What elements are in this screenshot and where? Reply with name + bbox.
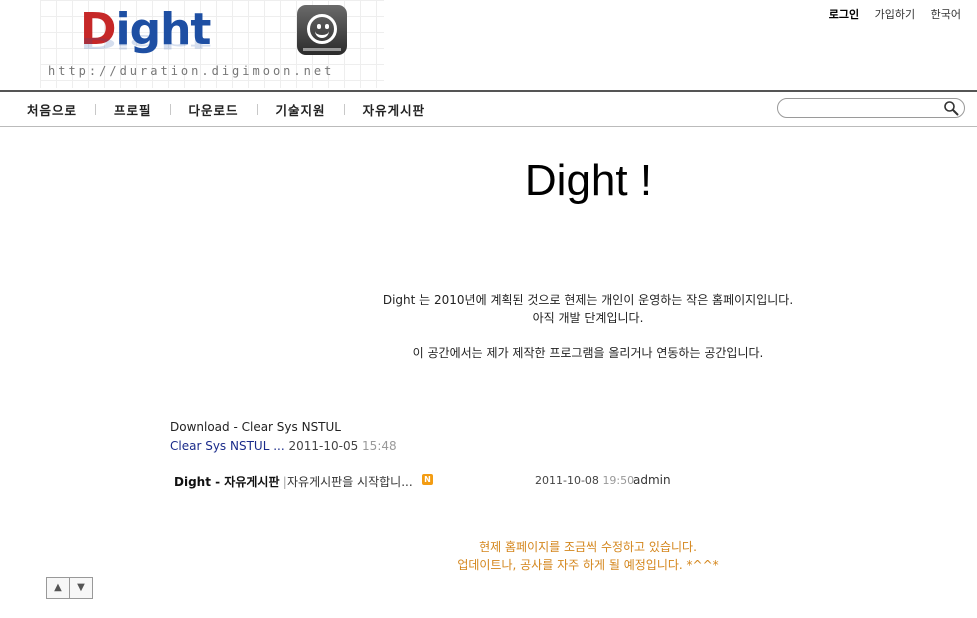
scroll-down-button[interactable]: ▼ <box>70 577 93 599</box>
download-title: Download - Clear Sys NSTUL <box>170 420 341 434</box>
login-link[interactable]: 로그인 <box>829 8 859 21</box>
intro-line: 이 공간에서는 제가 제작한 프로그램을 올리거나 연동하는 공간입니다. <box>412 346 764 360</box>
page-title: Dight ! <box>524 156 653 205</box>
notice-line: 업데이트나, 공사를 자주 하게 될 예정입니다. *^^* <box>457 558 719 572</box>
new-badge: N <box>422 474 433 485</box>
board-date-value: 2011-10-08 <box>535 474 599 487</box>
download-item: Clear Sys NSTUL ... 2011-10-05 15:48 <box>170 437 397 456</box>
smiley-base <box>303 48 341 51</box>
search-box <box>777 98 965 118</box>
logo-reflection-rest: ight <box>115 34 211 52</box>
board-time-value: 19:50 <box>602 474 635 487</box>
search-icon[interactable] <box>943 100 959 116</box>
intro-text: Dight 는 2010년에 계획된 것으로 현제는 개인이 운영하는 작은 홈… <box>288 291 888 362</box>
page: Dight Dight http://duration.digimoon.net… <box>0 0 977 618</box>
nav-item-support[interactable]: 기술지원 <box>276 100 326 119</box>
nav-divider <box>95 103 97 115</box>
nav-item-board[interactable]: 자유게시판 <box>363 100 426 119</box>
notice-line: 현제 홈페이지를 조금씩 수정하고 있습니다. <box>479 540 697 554</box>
nav-divider <box>169 103 171 115</box>
site-logo[interactable]: Dight Dight http://duration.digimoon.net <box>40 0 384 88</box>
scroll-up-button[interactable]: ▲ <box>46 577 70 599</box>
logo-reflection: Dight <box>80 34 210 52</box>
signup-link[interactable]: 가입하기 <box>875 8 915 21</box>
board-title-text: Dight - 자유게시판 <box>174 475 280 489</box>
download-date: 2011-10-05 <box>288 439 359 453</box>
header: Dight Dight http://duration.digimoon.net… <box>0 0 977 92</box>
board-title[interactable]: Dight - 자유게시판 | <box>174 473 290 490</box>
nav-items: 처음으로 프로필 다운로드 기술지원 자유게시판 <box>27 92 425 126</box>
download-section: Download - Clear Sys NSTUL Clear Sys NST… <box>170 418 397 456</box>
intro-gap <box>288 327 888 344</box>
nav-item-home[interactable]: 처음으로 <box>27 100 77 119</box>
board-post-author: admin <box>633 473 671 487</box>
intro-line: 아직 개발 단계입니다. <box>532 311 644 325</box>
nav-item-download[interactable]: 다운로드 <box>189 100 239 119</box>
smiley-face <box>307 14 337 44</box>
smiley-mouth <box>315 27 329 38</box>
download-time: 15:48 <box>362 439 397 453</box>
top-links: 로그인 가입하기 한국어 <box>817 6 961 22</box>
search-input[interactable] <box>786 101 940 117</box>
scroll-buttons: ▲ ▼ <box>46 577 93 599</box>
board-post-link[interactable]: 자유게시판을 시작합니... <box>287 473 413 490</box>
nav-divider <box>256 103 258 115</box>
nav-item-profile[interactable]: 프로필 <box>114 100 152 119</box>
nav-divider <box>343 103 345 115</box>
notice-text: 현제 홈페이지를 조금씩 수정하고 있습니다. 업데이트나, 공사를 자주 하게… <box>388 538 788 574</box>
language-link[interactable]: 한국어 <box>931 8 961 21</box>
logo-url: http://duration.digimoon.net <box>48 64 335 78</box>
smiley-icon <box>297 5 347 55</box>
download-link[interactable]: Clear Sys NSTUL ... <box>170 439 285 453</box>
main-nav: 처음으로 프로필 다운로드 기술지원 자유게시판 <box>0 92 977 127</box>
intro-line: Dight 는 2010년에 계획된 것으로 현제는 개인이 운영하는 작은 홈… <box>382 293 794 307</box>
board-post-date: 2011-10-08 19:50 <box>535 474 634 487</box>
board-latest-row: Dight - 자유게시판 | 자유게시판을 시작합니... N 2011-10-… <box>174 473 694 489</box>
logo-reflection-d: D <box>80 34 116 52</box>
